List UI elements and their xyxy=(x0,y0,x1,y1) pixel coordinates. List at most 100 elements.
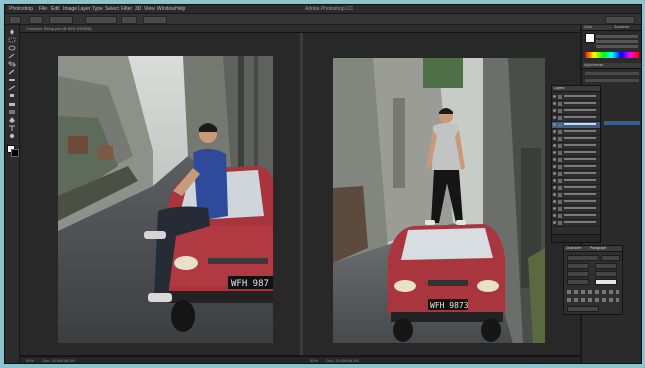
color-panel-tab[interactable]: Color xyxy=(582,25,612,31)
workspace-switcher[interactable] xyxy=(605,16,635,24)
visibility-eye-icon[interactable] xyxy=(553,165,556,168)
text-color-swatch[interactable] xyxy=(595,279,617,285)
menu-file[interactable]: File xyxy=(39,6,47,12)
layers-footer-buttons[interactable] xyxy=(552,234,600,242)
menu-view[interactable]: View xyxy=(144,6,155,12)
pen-tool-icon[interactable] xyxy=(8,117,16,123)
brush-tool-icon[interactable] xyxy=(8,85,16,91)
menu-edit[interactable]: Edit xyxy=(51,6,60,12)
type-tool-icon[interactable] xyxy=(8,125,16,131)
font-family-select[interactable] xyxy=(567,255,599,261)
gradient-tool-icon[interactable] xyxy=(8,109,16,115)
layer-row[interactable] xyxy=(552,136,600,143)
visibility-eye-icon[interactable] xyxy=(553,95,556,98)
color-slider-b[interactable] xyxy=(596,45,638,48)
magic-wand-tool-icon[interactable] xyxy=(8,53,16,59)
visibility-eye-icon[interactable] xyxy=(553,137,556,140)
visibility-eye-icon[interactable] xyxy=(553,207,556,210)
layer-row[interactable] xyxy=(552,213,600,220)
adjustment-icons-row-2[interactable] xyxy=(585,79,639,82)
menu-type[interactable]: Type xyxy=(92,6,103,12)
menu-help[interactable]: Help xyxy=(175,6,185,12)
vertical-scale-field[interactable] xyxy=(567,279,589,285)
document-tab[interactable]: Compare Setup.psd @ 50% (RGB/8) xyxy=(20,25,580,33)
visibility-eye-icon[interactable] xyxy=(553,130,556,133)
visibility-eye-icon[interactable] xyxy=(553,193,556,196)
menu-image[interactable]: Image xyxy=(63,6,77,12)
visibility-eye-icon[interactable] xyxy=(553,214,556,217)
tool-preset-picker[interactable] xyxy=(9,16,21,24)
visibility-eye-icon[interactable] xyxy=(553,179,556,182)
visibility-eye-icon[interactable] xyxy=(553,158,556,161)
zoom-readout-right[interactable]: 50% xyxy=(310,358,318,363)
color-spectrum-ramp[interactable] xyxy=(585,52,639,58)
zoom-readout-left[interactable]: 50% xyxy=(26,358,34,363)
layer-row[interactable] xyxy=(552,129,600,136)
lasso-tool-icon[interactable] xyxy=(8,45,16,51)
layer-row[interactable] xyxy=(552,150,600,157)
layer-row[interactable] xyxy=(552,178,600,185)
layer-row-selected[interactable] xyxy=(552,122,600,129)
visibility-eye-icon[interactable] xyxy=(553,186,556,189)
option-mode-select[interactable] xyxy=(29,16,43,24)
color-foreground-chip[interactable] xyxy=(585,33,595,43)
layer-row[interactable] xyxy=(552,206,600,213)
background-color-swatch[interactable] xyxy=(11,149,19,157)
paragraph-tab[interactable]: Paragraph xyxy=(590,246,606,250)
layer-row[interactable] xyxy=(552,185,600,192)
visibility-eye-icon[interactable] xyxy=(553,172,556,175)
menu-select[interactable]: Select xyxy=(105,6,119,12)
kerning-field[interactable] xyxy=(567,271,589,277)
option-height-field[interactable] xyxy=(121,16,137,24)
layer-row[interactable] xyxy=(552,171,600,178)
left-canvas[interactable]: WFH 987 xyxy=(20,33,300,355)
layer-row[interactable] xyxy=(552,108,600,115)
color-slider-g[interactable] xyxy=(596,40,638,43)
leading-field[interactable] xyxy=(595,263,617,269)
move-tool-icon[interactable] xyxy=(8,29,16,35)
layer-row[interactable] xyxy=(552,164,600,171)
visibility-eye-icon[interactable] xyxy=(553,151,556,154)
color-slider-r[interactable] xyxy=(596,35,638,38)
visibility-eye-icon[interactable] xyxy=(553,102,556,105)
visibility-eye-icon[interactable] xyxy=(553,200,556,203)
layers-panel-header[interactable]: Layers xyxy=(552,86,600,92)
visibility-eye-icon[interactable] xyxy=(553,116,556,119)
visibility-eye-icon[interactable] xyxy=(553,144,556,147)
option-width-field[interactable] xyxy=(49,16,73,24)
swatches-panel-tab[interactable]: Swatches xyxy=(612,25,641,31)
layer-row[interactable] xyxy=(552,143,600,150)
tracking-field[interactable] xyxy=(595,271,617,277)
character-tab[interactable]: Character xyxy=(566,246,581,250)
layer-row[interactable] xyxy=(552,101,600,108)
option-refine-button[interactable] xyxy=(143,16,167,24)
crop-tool-icon[interactable] xyxy=(8,61,16,67)
menu-filter[interactable]: Filter xyxy=(121,6,132,12)
right-canvas[interactable]: WFH 9873 xyxy=(303,33,580,355)
layer-row[interactable] xyxy=(552,115,600,122)
opentype-buttons[interactable] xyxy=(567,298,619,302)
layer-row[interactable] xyxy=(552,157,600,164)
menu-3d[interactable]: 3D xyxy=(135,6,141,12)
visibility-eye-icon[interactable] xyxy=(553,123,556,126)
language-select[interactable] xyxy=(567,306,599,312)
type-style-buttons[interactable] xyxy=(567,290,619,294)
adjustment-icons-row[interactable] xyxy=(585,72,639,75)
layer-row[interactable] xyxy=(552,192,600,199)
active-panel-item[interactable] xyxy=(604,121,640,125)
eraser-tool-icon[interactable] xyxy=(8,101,16,107)
layer-row[interactable] xyxy=(552,199,600,206)
option-style-select[interactable] xyxy=(85,16,117,24)
adjustments-panel-tab[interactable]: Adjustments xyxy=(582,63,641,69)
visibility-eye-icon[interactable] xyxy=(553,109,556,112)
menu-window[interactable]: Window xyxy=(157,6,175,12)
app-menu[interactable]: Photoshop xyxy=(9,6,33,12)
font-size-field[interactable] xyxy=(567,263,589,269)
eyedropper-tool-icon[interactable] xyxy=(8,69,16,75)
visibility-eye-icon[interactable] xyxy=(553,221,556,224)
layer-row[interactable] xyxy=(552,94,600,101)
font-style-select[interactable] xyxy=(601,255,620,261)
healing-brush-tool-icon[interactable] xyxy=(8,77,16,83)
menu-layer[interactable]: Layer xyxy=(78,6,91,12)
layer-row[interactable] xyxy=(552,220,600,227)
